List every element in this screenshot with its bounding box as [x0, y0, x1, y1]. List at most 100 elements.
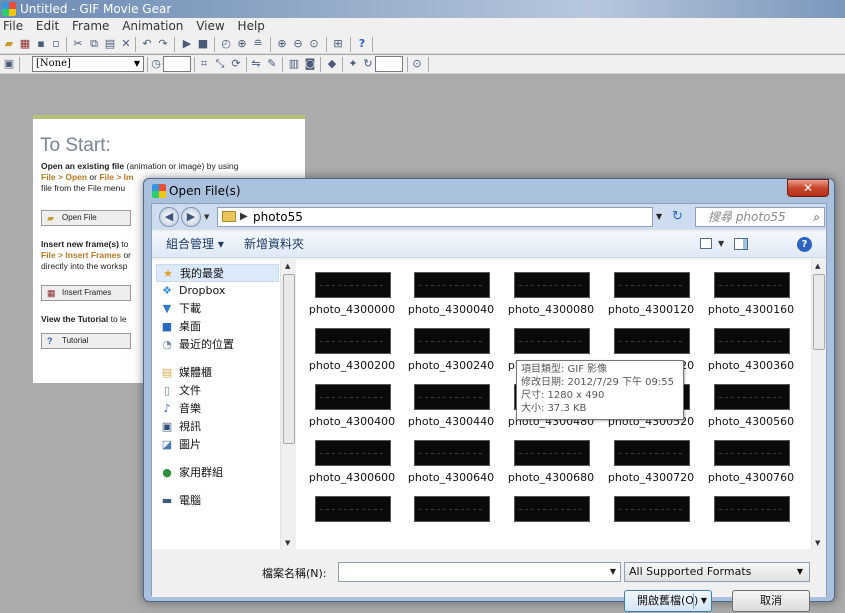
timing-icon[interactable]: ◴: [220, 38, 232, 50]
file-item[interactable]: photo_4300120: [602, 260, 700, 316]
nav-item-videos[interactable]: ▣ 視訊: [160, 418, 201, 436]
new-folder-button[interactable]: 新增資料夾: [244, 232, 304, 256]
file-item[interactable]: [303, 482, 401, 540]
redo-icon[interactable]: ↷: [157, 38, 169, 50]
play-icon[interactable]: ▶: [181, 38, 193, 50]
view-mode-icon[interactable]: [700, 238, 712, 249]
insert-frames-link[interactable]: File > Insert Frames: [41, 250, 121, 260]
pen-icon[interactable]: ✎: [266, 58, 278, 70]
palette-icon[interactable]: ≘: [252, 38, 264, 50]
file-item[interactable]: photo_4300600: [303, 426, 401, 484]
cancel-button[interactable]: 取消: [732, 590, 810, 612]
file-item[interactable]: [502, 482, 600, 540]
insert-frames-icon[interactable]: ▦: [19, 38, 31, 50]
chevron-down-icon[interactable]: ▼: [610, 563, 616, 581]
menu-file[interactable]: File: [3, 19, 23, 33]
file-item[interactable]: photo_4300160: [702, 260, 800, 316]
organize-menu[interactable]: 組合管理 ▾: [166, 232, 224, 256]
forward-button[interactable]: ▶: [181, 207, 201, 227]
preview-pane-icon[interactable]: [734, 238, 748, 250]
frame-properties-icon[interactable]: ▣: [3, 58, 15, 70]
magnify-icon[interactable]: ⊙: [411, 58, 423, 70]
scroll-up-icon[interactable]: ▲: [285, 262, 290, 270]
close-button[interactable]: ✕: [787, 179, 829, 197]
frame-info-icon[interactable]: ⊞: [332, 38, 344, 50]
open-file-button[interactable]: ▰ Open File: [41, 210, 131, 226]
file-item[interactable]: photo_4300400: [303, 370, 401, 428]
breadcrumb-photo55[interactable]: photo55: [253, 208, 303, 226]
nav-item-documents[interactable]: ▯ 文件: [160, 382, 201, 400]
file-item[interactable]: photo_4300200: [303, 314, 401, 372]
menu-edit[interactable]: Edit: [36, 19, 59, 33]
delay-field[interactable]: [163, 56, 191, 72]
undo-icon[interactable]: ↶: [141, 38, 153, 50]
nav-item-homegroup[interactable]: ● 家用群組: [160, 464, 223, 482]
delete-icon[interactable]: ✕: [120, 38, 132, 50]
rotate-icon[interactable]: ⟳: [230, 58, 242, 70]
file-item[interactable]: photo_4300720: [602, 426, 700, 484]
nav-scrollbar[interactable]: ▲ ▼: [280, 260, 296, 549]
filetype-select[interactable]: All Supported Formats ▼: [624, 562, 810, 582]
search-icon[interactable]: ⌕: [813, 208, 820, 226]
nav-item-computer[interactable]: ▬ 電腦: [160, 492, 201, 510]
cut-icon[interactable]: ✂: [72, 38, 84, 50]
paste-icon[interactable]: ▤: [104, 38, 116, 50]
nav-item-pictures[interactable]: ◪ 圖片: [160, 436, 201, 454]
menu-animation[interactable]: Animation: [122, 19, 183, 33]
address-history-chevron-icon[interactable]: ▼: [656, 207, 670, 227]
back-button[interactable]: ◀: [159, 207, 179, 227]
scroll-up-icon[interactable]: ▲: [815, 262, 820, 270]
search-input[interactable]: 搜尋 photo55 ⌕: [695, 207, 825, 227]
nav-item-libraries[interactable]: ▤ 媒體櫃: [160, 364, 212, 382]
loop-count-field[interactable]: [375, 56, 403, 72]
scroll-down-icon[interactable]: ▼: [815, 539, 820, 547]
file-item[interactable]: photo_4300760: [702, 426, 800, 484]
zoom-in-icon[interactable]: ⊕: [276, 38, 288, 50]
stop-icon[interactable]: ■: [197, 38, 209, 50]
address-bar[interactable]: ▶ photo55: [217, 207, 653, 227]
file-item[interactable]: [602, 482, 700, 540]
frames-icon[interactable]: ▥: [288, 58, 300, 70]
transparency-icon[interactable]: ◆: [326, 58, 338, 70]
file-item[interactable]: [402, 482, 500, 540]
refresh-icon[interactable]: ↻: [672, 207, 690, 227]
color-pick-icon[interactable]: ✦: [347, 58, 359, 70]
chevron-down-icon[interactable]: ▼: [701, 591, 707, 611]
preview-icon[interactable]: ◙: [304, 58, 316, 70]
file-item[interactable]: photo_4300080: [502, 260, 600, 316]
file-item[interactable]: photo_4300240: [402, 314, 500, 372]
filename-input[interactable]: ▼: [338, 562, 621, 582]
file-import-link[interactable]: File > Im: [99, 172, 133, 182]
file-list-scrollbar[interactable]: ▲ ▼: [811, 260, 826, 549]
insert-frames-button[interactable]: ▦ Insert Frames: [41, 285, 131, 301]
file-item[interactable]: photo_4300680: [502, 426, 600, 484]
file-item[interactable]: photo_4300360: [702, 314, 800, 372]
scroll-thumb[interactable]: [283, 274, 295, 444]
help-icon[interactable]: ?: [797, 237, 812, 252]
menu-frame[interactable]: Frame: [72, 19, 109, 33]
optimize-icon[interactable]: ⊕: [236, 38, 248, 50]
flip-icon[interactable]: ⇋: [250, 58, 262, 70]
recent-pages-chevron-icon[interactable]: ▼: [204, 207, 209, 227]
menu-view[interactable]: View: [196, 19, 224, 33]
file-item[interactable]: photo_4300440: [402, 370, 500, 428]
file-item[interactable]: photo_4300640: [402, 426, 500, 484]
zoom-out-icon[interactable]: ⊖: [292, 38, 304, 50]
chevron-down-icon[interactable]: ▼: [718, 232, 724, 256]
nav-item-dropbox[interactable]: ❖ Dropbox: [160, 282, 225, 300]
resize-icon[interactable]: ⤡: [214, 58, 226, 70]
file-item[interactable]: [702, 482, 800, 540]
palette-select[interactable]: [None] ▼: [32, 56, 144, 72]
nav-item-music[interactable]: ♪ 音樂: [160, 400, 201, 418]
open-button[interactable]: 開啟舊檔(O) ▼: [624, 590, 712, 612]
tutorial-button[interactable]: ? Tutorial: [41, 333, 131, 349]
new-icon[interactable]: ▫: [50, 38, 62, 50]
nav-item-downloads[interactable]: ▼ 下載: [160, 300, 201, 318]
nav-item-recent-places[interactable]: ◔ 最近的位置: [160, 336, 234, 354]
menu-help[interactable]: Help: [238, 19, 265, 33]
help-icon[interactable]: ?: [356, 38, 368, 50]
save-icon[interactable]: ▪: [35, 38, 47, 50]
zoom-fit-icon[interactable]: ⊙: [308, 38, 320, 50]
scroll-down-icon[interactable]: ▼: [285, 539, 290, 547]
crop-icon[interactable]: ⌗: [198, 58, 210, 70]
